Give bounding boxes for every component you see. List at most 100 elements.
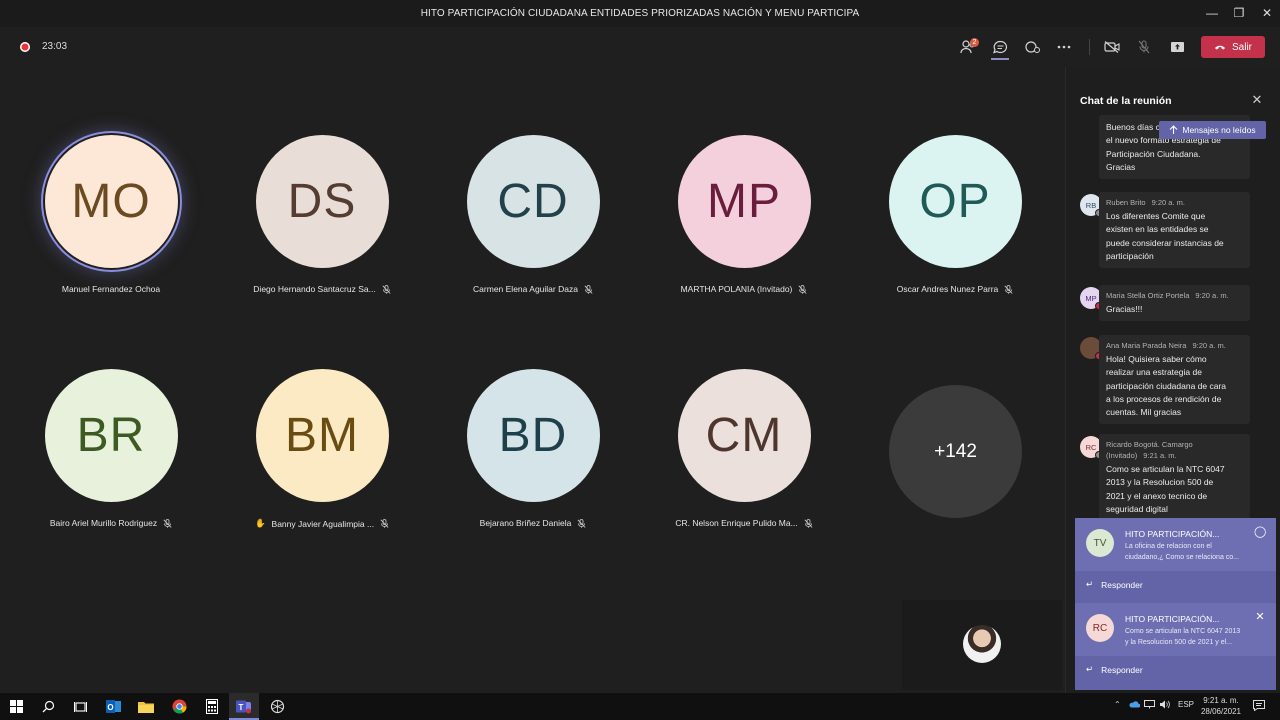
participant-name-text: Banny Javier Agualimpia ... — [271, 518, 375, 529]
notification-body: Como se articulan la NTC 6047 2013 y la R… — [1125, 626, 1255, 648]
participant-name: Bejarano Briñez Daniela — [428, 518, 638, 528]
reactions-icon — [1024, 41, 1040, 53]
notifications-icon[interactable] — [1253, 700, 1265, 713]
phone-hangup-icon — [1214, 45, 1225, 50]
chat-notification[interactable]: RC HITO PARTICIPACIÓN... Como se articulan… — [1075, 603, 1276, 690]
chat-message-line: puede considerar instancias de — [1106, 237, 1224, 248]
language-indicator[interactable]: ESP — [1178, 700, 1194, 709]
chat-author-name: Ruben Brito — [1106, 198, 1146, 207]
meeting-toolbar: 23:03 2 Salir — [0, 27, 1280, 67]
mic-off-icon — [380, 519, 389, 528]
close-chat-icon[interactable]: ✕ — [1250, 93, 1264, 107]
notification-body: La oficina de relacion con el ciudadano,¿… — [1125, 541, 1255, 563]
participant-tile[interactable]: MO Manuel Fernandez Ochoa — [6, 135, 216, 294]
chat-message-line: participación ciudadana de cara — [1106, 380, 1227, 391]
raised-hand-icon: ✋ — [254, 518, 266, 528]
chat-message-line: Gracias — [1106, 161, 1136, 172]
chat-title: Chat de la reunión — [1080, 95, 1172, 107]
outlook-icon[interactable]: O — [103, 696, 125, 717]
tray-chevron-icon[interactable]: ⌃ — [1114, 700, 1121, 709]
chat-author-name: Ricardo Bogotá. Camargo — [1106, 440, 1193, 449]
chat-message-line: seguridad digital — [1106, 503, 1168, 514]
chat-message[interactable]: Ana Maria Parada Neira 9:20 a. m. Hola! Qu… — [1099, 335, 1250, 425]
chat-author-name: Ana Maria Parada Neira — [1106, 341, 1187, 350]
teams-icon[interactable]: T — [233, 696, 255, 717]
participant-tile[interactable]: BD Bejarano Briñez Daniela — [428, 369, 638, 528]
chat-message-meta: Ana Maria Parada Neira 9:20 a. m. — [1106, 340, 1243, 351]
notification-body-line: ciudadano,¿ Como se relaciona co... — [1125, 554, 1240, 561]
participant-name: Oscar Andres Nunez Parra — [850, 284, 1060, 294]
onedrive-icon[interactable] — [1128, 700, 1141, 710]
network-icon[interactable] — [1144, 700, 1155, 711]
participant-tile[interactable]: BR Bairo Ariel Murillo Rodriguez — [6, 369, 216, 528]
participant-name-text: Oscar Andres Nunez Parra — [896, 284, 999, 294]
participants-badge: 2 — [970, 38, 979, 47]
participant-tile[interactable]: CD Carmen Elena Aguilar Daza — [428, 135, 638, 294]
unread-messages-button[interactable]: Mensajes no leídos — [1159, 121, 1266, 139]
chat-message-time: 9:20 a. m. — [1151, 198, 1185, 207]
participant-tile[interactable]: BM ✋ Banny Javier Agualimpia ... — [217, 369, 427, 529]
participant-name: Manuel Fernandez Ochoa — [6, 284, 216, 294]
participant-tile[interactable]: DS Diego Hernando Santacruz Sa... — [217, 135, 427, 294]
chat-author-name: Maria Stella Ortiz Portela — [1106, 291, 1190, 300]
participant-avatar: CD — [466, 135, 600, 268]
more-icon — [1057, 45, 1071, 49]
mic-off-icon — [577, 518, 586, 528]
participant-tile[interactable]: OP Oscar Andres Nunez Parra — [850, 135, 1060, 294]
participant-avatar: MO — [44, 135, 178, 268]
reply-label: Responder — [1101, 664, 1143, 675]
windows-start-icon[interactable] — [5, 696, 27, 717]
task-view-icon[interactable] — [69, 696, 91, 717]
recording-icon — [20, 42, 30, 52]
chat-notification[interactable]: TV HITO PARTICIPACIÓN... La oficina de rel… — [1075, 518, 1276, 605]
participant-name: Bairo Ariel Murillo Rodriguez — [6, 518, 216, 528]
minimize-button[interactable]: — — [1198, 4, 1226, 22]
participant-name: Diego Hernando Santacruz Sa... — [217, 284, 427, 294]
participant-avatar: OP — [888, 135, 1022, 268]
file-explorer-icon[interactable] — [135, 696, 157, 717]
share-icon — [1170, 42, 1184, 52]
share-screen-button[interactable] — [1164, 35, 1190, 59]
notification-body-line: La oficina de relacion con el — [1125, 543, 1212, 550]
volume-icon[interactable] — [1159, 700, 1170, 711]
participant-tile[interactable]: MP MARTHA POLANIA (Invitado) — [639, 135, 849, 294]
participant-name-text: CR. Nelson Enrique Pulido Ma... — [675, 518, 798, 528]
participant-avatar: CM — [677, 369, 811, 502]
participant-name: Carmen Elena Aguilar Daza — [428, 284, 638, 294]
chat-message-meta: Maria Stella Ortiz Portela 9:20 a. m. — [1106, 290, 1243, 301]
participant-name: MARTHA POLANIA (Invitado) — [639, 284, 849, 294]
taskbar-clock[interactable]: 9:21 a. m. 28/06/2021 — [1197, 695, 1245, 717]
reply-button[interactable]: ↵ Responder — [1086, 664, 1143, 675]
calculator-icon[interactable] — [201, 696, 223, 717]
chrome-icon[interactable] — [168, 696, 190, 717]
chat-bubble-icon[interactable]: ◯ — [1254, 526, 1266, 538]
participants-button[interactable]: 2 — [955, 35, 981, 59]
restore-button[interactable]: ❐ — [1225, 4, 1253, 22]
chat-message[interactable]: Maria Stella Ortiz Portela 9:20 a. m. Grac… — [1099, 285, 1250, 322]
chat-message-line: realizar una estrategia de — [1106, 367, 1202, 378]
app-icon[interactable] — [266, 696, 288, 717]
self-view — [902, 600, 1062, 690]
window-title-bar: HITO PARTICIPACIÓN CIUDADANA ENTIDADES P… — [0, 0, 1280, 27]
participant-name-text: Manuel Fernandez Ochoa — [61, 284, 161, 294]
more-options-button[interactable] — [1051, 35, 1077, 59]
close-window-button[interactable]: ✕ — [1253, 4, 1280, 22]
participant-tile[interactable]: CM CR. Nelson Enrique Pulido Ma... — [639, 369, 849, 528]
mic-toggle[interactable] — [1131, 35, 1157, 59]
chat-message[interactable]: Ricardo Bogotá. Camargo (Invitado) 9:21 a.… — [1099, 434, 1250, 522]
reply-button[interactable]: ↵ Responder — [1086, 579, 1143, 590]
chat-message-time: 9:21 a. m. — [1143, 451, 1177, 460]
chat-message[interactable]: Ruben Brito 9:20 a. m. Los diferentes Comi… — [1099, 192, 1250, 269]
reactions-button[interactable] — [1019, 35, 1045, 59]
more-participants-tile[interactable]: +142 — [889, 385, 1022, 518]
camera-off-icon — [1104, 41, 1120, 53]
close-notification-icon[interactable]: ✕ — [1254, 611, 1266, 623]
chat-message-line: participación — [1106, 250, 1154, 261]
mic-off-icon — [584, 284, 593, 294]
search-icon[interactable] — [37, 696, 59, 717]
leave-button[interactable]: Salir — [1201, 36, 1265, 58]
mic-off-icon — [804, 518, 813, 528]
chat-button[interactable] — [987, 35, 1013, 59]
chat-message-line: a los procesos de rendición de — [1106, 393, 1222, 404]
camera-toggle[interactable] — [1099, 35, 1125, 59]
